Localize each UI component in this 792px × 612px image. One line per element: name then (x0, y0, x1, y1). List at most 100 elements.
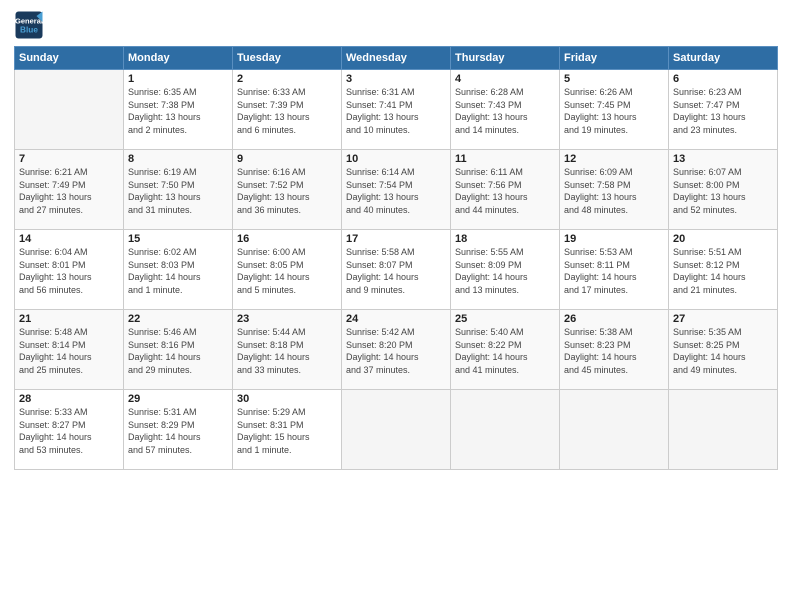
day-info: Sunrise: 5:46 AM Sunset: 8:16 PM Dayligh… (128, 326, 228, 376)
calendar-cell: 11Sunrise: 6:11 AM Sunset: 7:56 PM Dayli… (451, 150, 560, 230)
calendar-table: SundayMondayTuesdayWednesdayThursdayFrid… (14, 46, 778, 470)
calendar-cell: 16Sunrise: 6:00 AM Sunset: 8:05 PM Dayli… (233, 230, 342, 310)
calendar-cell: 25Sunrise: 5:40 AM Sunset: 8:22 PM Dayli… (451, 310, 560, 390)
day-info: Sunrise: 5:40 AM Sunset: 8:22 PM Dayligh… (455, 326, 555, 376)
calendar-header-row: SundayMondayTuesdayWednesdayThursdayFrid… (15, 47, 778, 70)
calendar-cell: 6Sunrise: 6:23 AM Sunset: 7:47 PM Daylig… (669, 70, 778, 150)
day-number: 29 (128, 393, 228, 405)
day-number: 7 (19, 153, 119, 165)
calendar-cell: 8Sunrise: 6:19 AM Sunset: 7:50 PM Daylig… (124, 150, 233, 230)
calendar-week-row: 1Sunrise: 6:35 AM Sunset: 7:38 PM Daylig… (15, 70, 778, 150)
calendar-cell: 17Sunrise: 5:58 AM Sunset: 8:07 PM Dayli… (342, 230, 451, 310)
day-info: Sunrise: 6:19 AM Sunset: 7:50 PM Dayligh… (128, 166, 228, 216)
day-number: 27 (673, 313, 773, 325)
day-info: Sunrise: 6:09 AM Sunset: 7:58 PM Dayligh… (564, 166, 664, 216)
day-number: 5 (564, 73, 664, 85)
day-number: 12 (564, 153, 664, 165)
logo: General Blue (14, 10, 48, 40)
calendar-cell (560, 390, 669, 470)
calendar-cell (15, 70, 124, 150)
day-number: 6 (673, 73, 773, 85)
calendar-cell: 4Sunrise: 6:28 AM Sunset: 7:43 PM Daylig… (451, 70, 560, 150)
calendar-cell: 18Sunrise: 5:55 AM Sunset: 8:09 PM Dayli… (451, 230, 560, 310)
day-number: 13 (673, 153, 773, 165)
weekday-header: Wednesday (342, 47, 451, 70)
day-info: Sunrise: 5:33 AM Sunset: 8:27 PM Dayligh… (19, 406, 119, 456)
day-number: 9 (237, 153, 337, 165)
calendar-cell: 13Sunrise: 6:07 AM Sunset: 8:00 PM Dayli… (669, 150, 778, 230)
calendar-cell: 23Sunrise: 5:44 AM Sunset: 8:18 PM Dayli… (233, 310, 342, 390)
day-info: Sunrise: 6:14 AM Sunset: 7:54 PM Dayligh… (346, 166, 446, 216)
day-info: Sunrise: 5:44 AM Sunset: 8:18 PM Dayligh… (237, 326, 337, 376)
day-number: 4 (455, 73, 555, 85)
calendar-cell (451, 390, 560, 470)
day-number: 19 (564, 233, 664, 245)
day-number: 24 (346, 313, 446, 325)
day-info: Sunrise: 6:16 AM Sunset: 7:52 PM Dayligh… (237, 166, 337, 216)
calendar-cell: 19Sunrise: 5:53 AM Sunset: 8:11 PM Dayli… (560, 230, 669, 310)
day-info: Sunrise: 5:53 AM Sunset: 8:11 PM Dayligh… (564, 246, 664, 296)
day-info: Sunrise: 5:51 AM Sunset: 8:12 PM Dayligh… (673, 246, 773, 296)
day-number: 15 (128, 233, 228, 245)
calendar-cell: 22Sunrise: 5:46 AM Sunset: 8:16 PM Dayli… (124, 310, 233, 390)
calendar-cell: 7Sunrise: 6:21 AM Sunset: 7:49 PM Daylig… (15, 150, 124, 230)
calendar-cell: 14Sunrise: 6:04 AM Sunset: 8:01 PM Dayli… (15, 230, 124, 310)
day-info: Sunrise: 5:38 AM Sunset: 8:23 PM Dayligh… (564, 326, 664, 376)
svg-text:Blue: Blue (20, 26, 38, 35)
day-number: 20 (673, 233, 773, 245)
calendar-cell: 21Sunrise: 5:48 AM Sunset: 8:14 PM Dayli… (15, 310, 124, 390)
day-number: 21 (19, 313, 119, 325)
calendar-cell: 1Sunrise: 6:35 AM Sunset: 7:38 PM Daylig… (124, 70, 233, 150)
day-number: 30 (237, 393, 337, 405)
weekday-header: Thursday (451, 47, 560, 70)
day-number: 22 (128, 313, 228, 325)
day-info: Sunrise: 6:07 AM Sunset: 8:00 PM Dayligh… (673, 166, 773, 216)
day-info: Sunrise: 6:21 AM Sunset: 7:49 PM Dayligh… (19, 166, 119, 216)
calendar-cell: 9Sunrise: 6:16 AM Sunset: 7:52 PM Daylig… (233, 150, 342, 230)
calendar-cell (342, 390, 451, 470)
day-info: Sunrise: 6:04 AM Sunset: 8:01 PM Dayligh… (19, 246, 119, 296)
day-number: 1 (128, 73, 228, 85)
day-info: Sunrise: 5:48 AM Sunset: 8:14 PM Dayligh… (19, 326, 119, 376)
calendar-cell (669, 390, 778, 470)
calendar-cell: 30Sunrise: 5:29 AM Sunset: 8:31 PM Dayli… (233, 390, 342, 470)
weekday-header: Tuesday (233, 47, 342, 70)
calendar-cell: 5Sunrise: 6:26 AM Sunset: 7:45 PM Daylig… (560, 70, 669, 150)
header: General Blue (14, 10, 778, 40)
day-info: Sunrise: 6:31 AM Sunset: 7:41 PM Dayligh… (346, 86, 446, 136)
day-number: 25 (455, 313, 555, 325)
calendar-body: 1Sunrise: 6:35 AM Sunset: 7:38 PM Daylig… (15, 70, 778, 470)
day-info: Sunrise: 5:31 AM Sunset: 8:29 PM Dayligh… (128, 406, 228, 456)
calendar-cell: 24Sunrise: 5:42 AM Sunset: 8:20 PM Dayli… (342, 310, 451, 390)
day-info: Sunrise: 6:26 AM Sunset: 7:45 PM Dayligh… (564, 86, 664, 136)
page: General Blue SundayMondayTuesdayWednesda… (0, 0, 792, 612)
calendar-cell: 15Sunrise: 6:02 AM Sunset: 8:03 PM Dayli… (124, 230, 233, 310)
day-number: 10 (346, 153, 446, 165)
calendar-cell: 26Sunrise: 5:38 AM Sunset: 8:23 PM Dayli… (560, 310, 669, 390)
day-number: 14 (19, 233, 119, 245)
day-info: Sunrise: 6:00 AM Sunset: 8:05 PM Dayligh… (237, 246, 337, 296)
day-info: Sunrise: 5:55 AM Sunset: 8:09 PM Dayligh… (455, 246, 555, 296)
day-info: Sunrise: 5:58 AM Sunset: 8:07 PM Dayligh… (346, 246, 446, 296)
day-number: 16 (237, 233, 337, 245)
calendar-cell: 3Sunrise: 6:31 AM Sunset: 7:41 PM Daylig… (342, 70, 451, 150)
day-info: Sunrise: 5:42 AM Sunset: 8:20 PM Dayligh… (346, 326, 446, 376)
calendar-cell: 29Sunrise: 5:31 AM Sunset: 8:29 PM Dayli… (124, 390, 233, 470)
day-number: 18 (455, 233, 555, 245)
day-info: Sunrise: 6:02 AM Sunset: 8:03 PM Dayligh… (128, 246, 228, 296)
day-number: 3 (346, 73, 446, 85)
day-info: Sunrise: 5:35 AM Sunset: 8:25 PM Dayligh… (673, 326, 773, 376)
day-number: 23 (237, 313, 337, 325)
calendar-week-row: 7Sunrise: 6:21 AM Sunset: 7:49 PM Daylig… (15, 150, 778, 230)
calendar-cell: 20Sunrise: 5:51 AM Sunset: 8:12 PM Dayli… (669, 230, 778, 310)
weekday-header: Saturday (669, 47, 778, 70)
calendar-week-row: 28Sunrise: 5:33 AM Sunset: 8:27 PM Dayli… (15, 390, 778, 470)
day-info: Sunrise: 6:28 AM Sunset: 7:43 PM Dayligh… (455, 86, 555, 136)
weekday-header: Sunday (15, 47, 124, 70)
calendar-week-row: 14Sunrise: 6:04 AM Sunset: 8:01 PM Dayli… (15, 230, 778, 310)
calendar-cell: 10Sunrise: 6:14 AM Sunset: 7:54 PM Dayli… (342, 150, 451, 230)
day-number: 28 (19, 393, 119, 405)
day-number: 8 (128, 153, 228, 165)
day-number: 17 (346, 233, 446, 245)
calendar-week-row: 21Sunrise: 5:48 AM Sunset: 8:14 PM Dayli… (15, 310, 778, 390)
